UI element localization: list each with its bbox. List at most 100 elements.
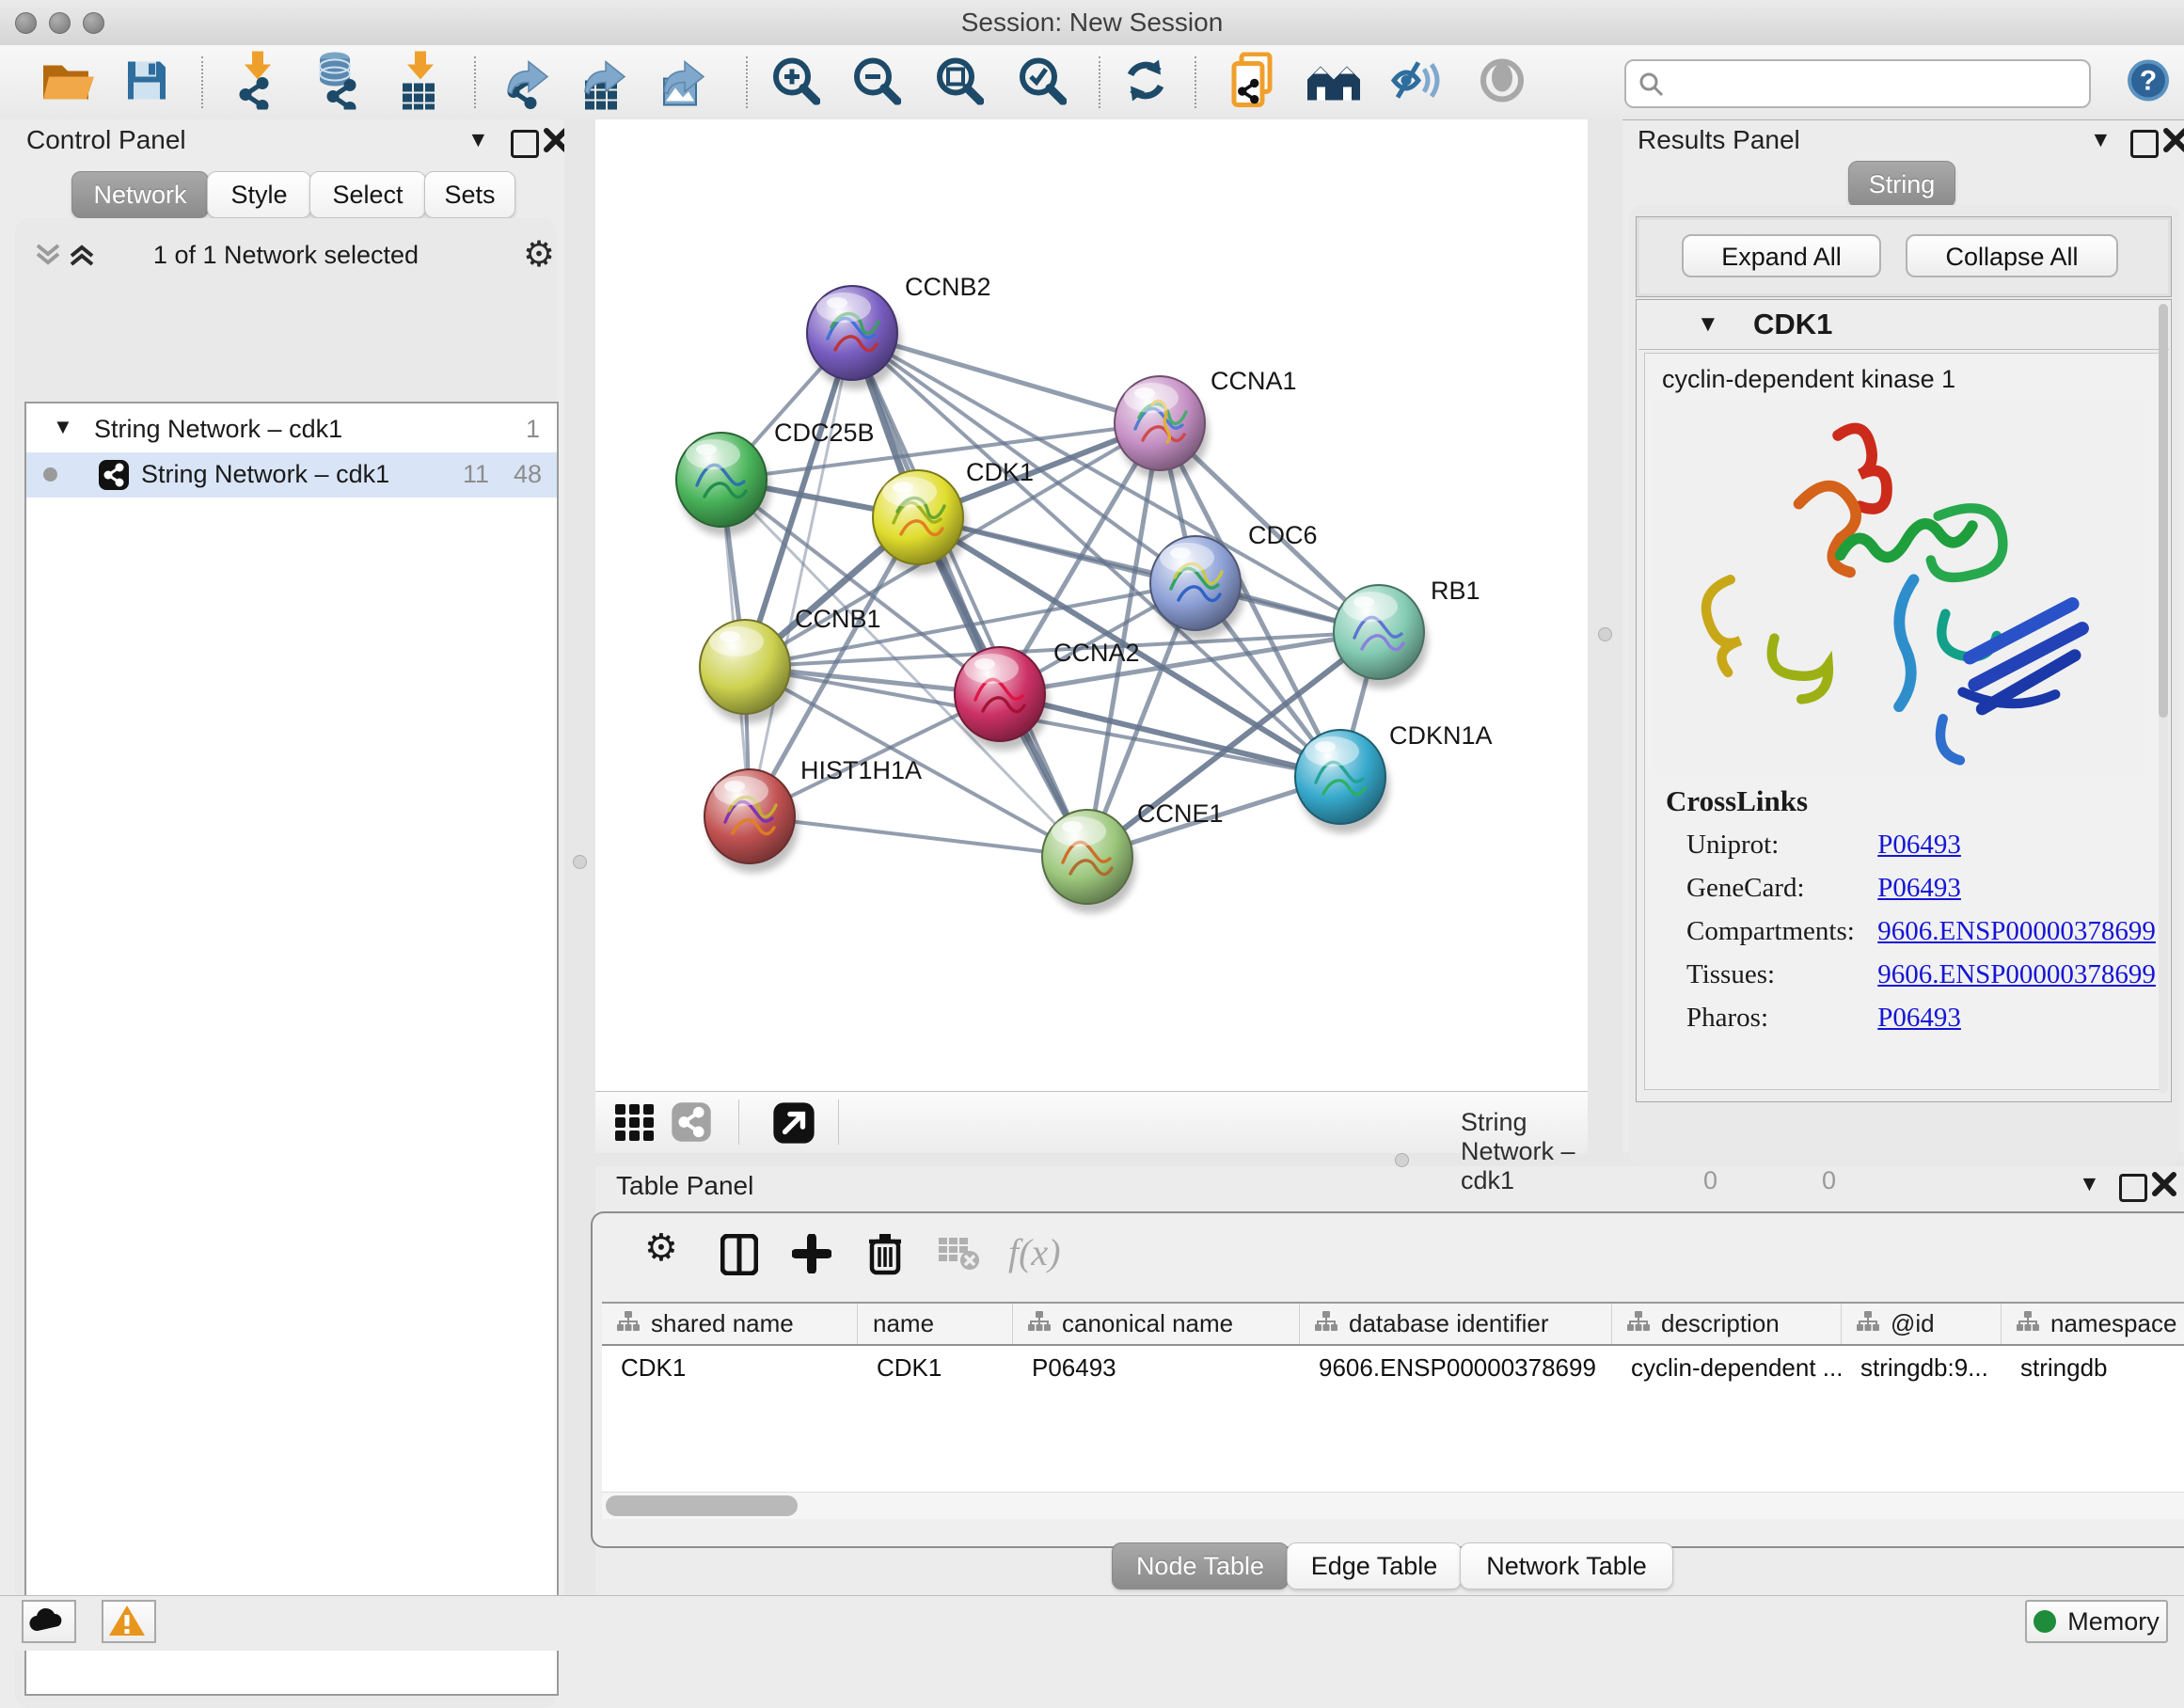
- detach-view-icon[interactable]: [772, 1101, 815, 1149]
- zoom-in-icon[interactable]: [771, 55, 820, 109]
- import-table-icon[interactable]: [401, 51, 438, 114]
- tab-edge-table[interactable]: Edge Table: [1287, 1542, 1462, 1589]
- network-share-icon[interactable]: [671, 1101, 712, 1147]
- zoom-fit-icon[interactable]: [935, 55, 984, 109]
- crosslink-link[interactable]: 9606.ENSP00000378699: [1877, 959, 2156, 989]
- warning-button[interactable]: [102, 1600, 156, 1643]
- column-header-namespace[interactable]: namespace: [2002, 1304, 2184, 1344]
- node-CDKN1A[interactable]: [1295, 730, 1389, 833]
- results-panel-collapse-icon[interactable]: ▼: [2090, 127, 2112, 152]
- column-header-name[interactable]: name: [858, 1304, 1013, 1344]
- node-CDK1[interactable]: [873, 470, 967, 574]
- crosslink-link[interactable]: P06493: [1877, 1003, 1961, 1033]
- results-panel-float-icon[interactable]: [2130, 130, 2159, 158]
- node-HIST1H1A[interactable]: [704, 769, 799, 873]
- left-splitter-handle[interactable]: [573, 855, 587, 869]
- column-header-database-identifier[interactable]: database identifier: [1300, 1304, 1612, 1344]
- right-splitter[interactable]: [1588, 119, 1622, 1166]
- collapse-all-button[interactable]: Collapse All: [1906, 234, 2118, 277]
- table-settings-gear-icon[interactable]: ⚙: [644, 1226, 678, 1270]
- crosslink-link[interactable]: P06493: [1877, 873, 1961, 903]
- tab-style[interactable]: Style: [207, 171, 311, 218]
- hide-selected-icon[interactable]: [1390, 56, 1445, 108]
- save-session-icon[interactable]: [124, 57, 169, 107]
- results-panel-close-icon[interactable]: [2163, 128, 2184, 157]
- table-cell[interactable]: P06493: [1013, 1346, 1300, 1389]
- main-toolbar: ?: [0, 45, 2184, 120]
- first-neighbors-icon[interactable]: [1306, 56, 1364, 108]
- zoom-selected-icon[interactable]: [1018, 55, 1067, 109]
- gene-section-header[interactable]: ▼ CDK1: [1638, 302, 2169, 350]
- control-panel-collapse-icon[interactable]: ▼: [467, 127, 489, 152]
- network-collection-row[interactable]: ▼ String Network – cdk1 1: [26, 407, 557, 452]
- node-table[interactable]: shared namenamecanonical namedatabase id…: [602, 1302, 2184, 1492]
- crosslink-label: Compartments:: [1686, 916, 1871, 947]
- crosslink-link[interactable]: P06493: [1877, 830, 1961, 860]
- table-cell[interactable]: CDK1: [602, 1346, 858, 1389]
- table-cell[interactable]: stringdb: [2002, 1346, 2184, 1389]
- column-header-shared-name[interactable]: shared name: [602, 1304, 858, 1344]
- horizontal-splitter-handle[interactable]: [1395, 1153, 1409, 1167]
- results-scrollbar[interactable]: [2159, 304, 2168, 1094]
- control-panel-float-icon[interactable]: [511, 130, 539, 158]
- node-CCNE1[interactable]: [1042, 810, 1136, 913]
- help-button[interactable]: ?: [2127, 58, 2170, 106]
- crosslink-label: GeneCard:: [1686, 873, 1871, 904]
- tab-select[interactable]: Select: [309, 171, 426, 218]
- gene-collapse-icon[interactable]: ▼: [1697, 311, 1719, 338]
- expand-all-button[interactable]: Expand All: [1682, 234, 1881, 277]
- crosslinks-title: CrossLinks: [1666, 784, 1808, 818]
- column-header-canonical-name[interactable]: canonical name: [1013, 1304, 1300, 1344]
- right-splitter-handle[interactable]: [1598, 627, 1612, 641]
- cloud-button[interactable]: [22, 1600, 76, 1643]
- grid-view-icon[interactable]: [614, 1103, 656, 1147]
- table-cell[interactable]: CDK1: [858, 1346, 1013, 1389]
- add-column-icon[interactable]: [792, 1234, 831, 1278]
- export-network-icon[interactable]: [504, 50, 549, 115]
- network-options-gear-icon[interactable]: ⚙: [523, 233, 555, 276]
- node-CDC25B[interactable]: [676, 433, 770, 536]
- edge-CCNB2-HIST1H1A[interactable]: [750, 333, 852, 816]
- table-panel-close-icon[interactable]: [2152, 1172, 2176, 1201]
- import-network-file-icon[interactable]: [235, 51, 277, 114]
- table-panel-float-icon[interactable]: [2119, 1174, 2147, 1202]
- refresh-icon[interactable]: [1121, 55, 1170, 109]
- table-cell[interactable]: 9606.ENSP00000378699: [1300, 1346, 1612, 1389]
- network-row[interactable]: String Network – cdk1 11 48: [26, 452, 557, 498]
- show-all-icon[interactable]: [1479, 56, 1526, 108]
- export-image-icon[interactable]: [660, 50, 705, 115]
- node-CCNB2[interactable]: [807, 286, 901, 389]
- delete-column-trash-icon[interactable]: [867, 1232, 903, 1280]
- collection-expand-icon[interactable]: ▼: [53, 415, 73, 439]
- table-row[interactable]: CDK1CDK1P064939606.ENSP00000378699cyclin…: [602, 1346, 2184, 1389]
- node-CDC6[interactable]: [1150, 536, 1244, 640]
- import-network-database-icon[interactable]: [310, 51, 359, 114]
- node-label-CCNB1: CCNB1: [795, 605, 881, 633]
- column-header-description[interactable]: description: [1612, 1304, 1842, 1344]
- tab-node-table[interactable]: Node Table: [1112, 1542, 1289, 1589]
- network-canvas[interactable]: CCNB2CCNA1CDC25BCDK1CDC6RB1CCNB1CCNA2CDK…: [595, 119, 1588, 1091]
- memory-button[interactable]: Memory: [2025, 1600, 2168, 1643]
- search-box[interactable]: [1624, 59, 2091, 108]
- table-panel-collapse-icon[interactable]: ▼: [2079, 1171, 2100, 1196]
- open-session-icon[interactable]: [41, 57, 96, 107]
- crosslink-link[interactable]: 9606.ENSP00000378699: [1877, 916, 2156, 946]
- tab-network-table[interactable]: Network Table: [1460, 1542, 1673, 1589]
- edge-HIST1H1A-CCNE1[interactable]: [750, 816, 1087, 857]
- table-cell[interactable]: stringdb:9...: [1842, 1346, 2002, 1389]
- zoom-out-icon[interactable]: [852, 55, 901, 109]
- node-CCNA1[interactable]: [1115, 376, 1209, 480]
- network-view-toolbar: String Network – cdk1 1 – 0 0 – 0: [595, 1091, 1588, 1153]
- open-in-string-icon[interactable]: [1228, 52, 1277, 113]
- export-table-icon[interactable]: [581, 50, 626, 115]
- table-horizontal-scrollbar[interactable]: [602, 1492, 2184, 1519]
- tab-network[interactable]: Network: [71, 171, 209, 218]
- search-input[interactable]: [1671, 65, 2080, 101]
- column-header--id[interactable]: @id: [1842, 1304, 2002, 1344]
- node-RB1[interactable]: [1334, 585, 1428, 688]
- table-cell[interactable]: cyclin-dependent ...: [1612, 1346, 1842, 1389]
- tab-string[interactable]: String: [1848, 161, 1955, 208]
- tab-sets[interactable]: Sets: [424, 171, 515, 218]
- show-columns-icon[interactable]: [720, 1234, 758, 1280]
- table-scrollbar-thumb[interactable]: [606, 1495, 798, 1516]
